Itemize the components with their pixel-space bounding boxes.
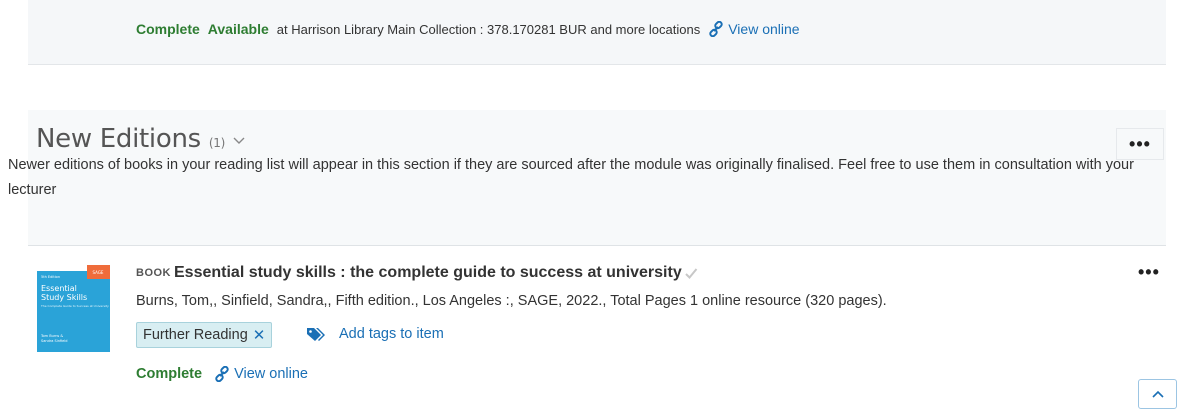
chevron-down-icon[interactable] xyxy=(233,134,245,146)
item-type-label: BOOK xyxy=(136,267,171,279)
more-dots-icon: ••• xyxy=(1129,134,1151,154)
chevron-up-icon xyxy=(1151,390,1164,398)
availability-row: Complete Available at Harrison Library M… xyxy=(136,21,800,37)
add-tags-label: Add tags to item xyxy=(339,326,444,342)
add-tags-button[interactable]: Add tags to item xyxy=(306,326,444,342)
checkmark-icon[interactable] xyxy=(684,266,698,280)
cover-authors-line1: Tom Burns & xyxy=(40,334,63,338)
section-description: Newer editions of books in your reading … xyxy=(8,157,1134,198)
link-icon xyxy=(709,21,723,37)
tag-label: Further Reading xyxy=(143,327,248,343)
cover-authors-line2: Sandra Sinfield xyxy=(41,339,67,343)
item-title-row: BOOK Essential study skills : the comple… xyxy=(136,264,698,282)
item-title-link[interactable]: Essential study skills : the complete gu… xyxy=(174,264,682,282)
status-complete: Complete xyxy=(136,21,200,37)
location-text: at Harrison Library Main Collection : 37… xyxy=(276,21,701,37)
tag-further-reading[interactable]: Further Reading ✕ xyxy=(136,322,273,348)
link-icon xyxy=(215,366,229,382)
item-details: Burns, Tom,, Sinfield, Sandra,, Fifth ed… xyxy=(136,293,887,309)
section-title[interactable]: New Editions (1) xyxy=(36,124,245,154)
item-more-button[interactable]: ••• xyxy=(1138,262,1160,283)
book-cover-thumbnail[interactable]: SAGE 5th Edition Essential Study Skills … xyxy=(37,265,110,358)
remove-tag-icon[interactable]: ✕ xyxy=(253,326,266,344)
cover-corner-label: SAGE xyxy=(93,270,104,275)
item-view-online-link[interactable]: View online xyxy=(234,366,308,382)
section-count: (1) xyxy=(208,136,225,150)
cover-title-line2: Study Skills xyxy=(41,293,87,302)
view-online-link[interactable]: View online xyxy=(728,21,799,37)
scroll-to-top-button[interactable] xyxy=(1138,379,1177,409)
cover-edition-label: 5th Edition xyxy=(41,275,60,279)
item-status-complete: Complete xyxy=(136,366,203,382)
previous-item-panel: Complete Available at Harrison Library M… xyxy=(28,0,1166,65)
tags-icon xyxy=(307,328,325,341)
item-availability-row: Complete View online xyxy=(136,366,308,382)
section-title-text: New Editions xyxy=(36,124,201,154)
cover-title-line1: Essential xyxy=(41,284,77,293)
cover-subtitle: The Complete Guide to Success at Univers… xyxy=(40,304,109,308)
status-available[interactable]: Available xyxy=(208,21,269,37)
